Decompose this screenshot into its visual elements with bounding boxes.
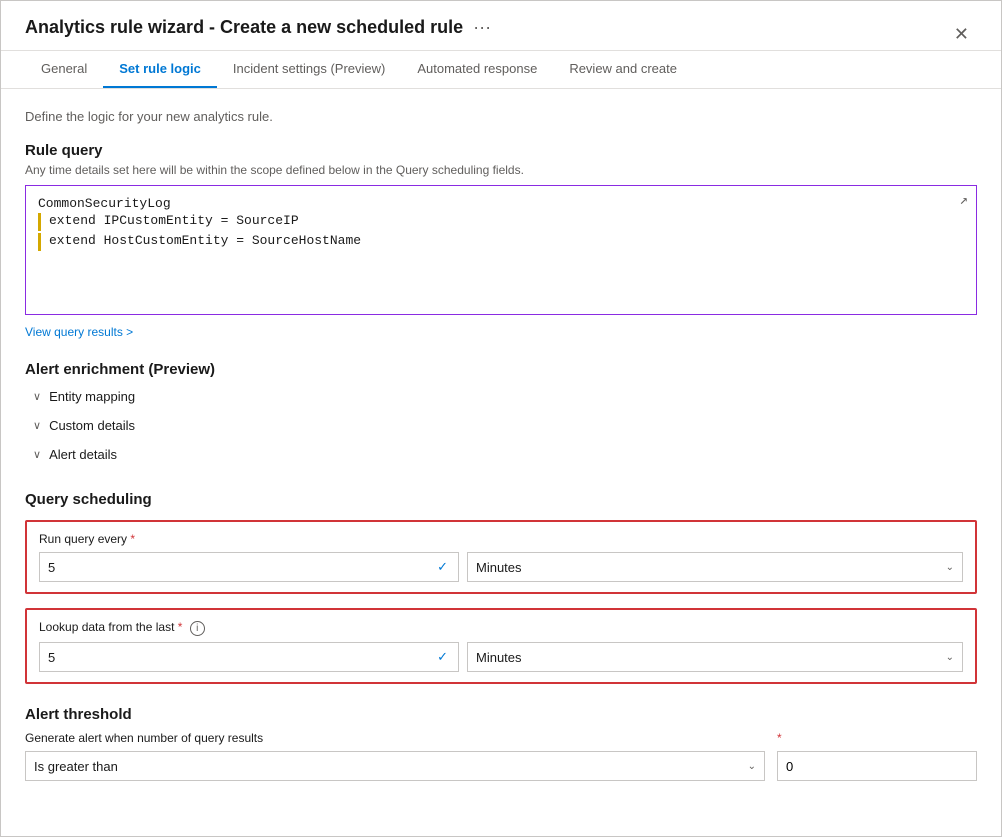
page-subtitle: Define the logic for your new analytics … — [25, 109, 977, 124]
custom-details-arrow: ∨ — [33, 419, 41, 432]
run-query-unit-select[interactable]: Minutes ⌄ — [467, 552, 963, 582]
query-scheduling-section: Query scheduling Run query every * 5 ✓ M… — [25, 491, 977, 684]
view-query-results-link[interactable]: View query results > — [25, 325, 133, 339]
dialog-header: Analytics rule wizard - Create a new sch… — [1, 1, 1001, 51]
run-query-value-select[interactable]: 5 ✓ — [39, 552, 459, 582]
run-query-value: 5 — [48, 560, 55, 575]
lookup-data-row: 5 ✓ Minutes ⌄ — [39, 642, 963, 672]
threshold-value-input[interactable] — [777, 751, 977, 781]
main-content: Define the logic for your new analytics … — [1, 89, 1001, 836]
run-query-label: Run query every * — [39, 532, 963, 546]
alert-threshold-section: Alert threshold Generate alert when numb… — [25, 706, 977, 781]
threshold-generate-label: Generate alert when number of query resu… — [25, 731, 765, 745]
threshold-row: Generate alert when number of query resu… — [25, 731, 977, 781]
threshold-condition-value: Is greater than — [34, 759, 118, 774]
lookup-data-unit-select[interactable]: Minutes ⌄ — [467, 642, 963, 672]
run-query-unit: Minutes — [476, 560, 522, 575]
threshold-condition-select[interactable]: Is greater than ⌄ — [25, 751, 765, 781]
query-bar-1 — [38, 213, 41, 231]
query-bar-2 — [38, 233, 41, 251]
lookup-data-chevron: ⌄ — [946, 652, 954, 663]
ellipsis-menu[interactable]: ··· — [473, 17, 491, 38]
dialog-title: Analytics rule wizard - Create a new sch… — [25, 17, 463, 38]
analytics-rule-dialog: Analytics rule wizard - Create a new sch… — [0, 0, 1002, 837]
alert-threshold-title: Alert threshold — [25, 706, 977, 723]
expand-icon[interactable]: ↗ — [960, 192, 968, 209]
lookup-data-unit: Minutes — [476, 650, 522, 665]
run-query-chevron: ⌄ — [946, 562, 954, 573]
lookup-data-label: Lookup data from the last * i — [39, 620, 963, 636]
tab-incident-settings[interactable]: Incident settings (Preview) — [217, 51, 401, 88]
run-query-group: Run query every * 5 ✓ Minutes ⌄ — [25, 520, 977, 594]
tab-set-rule-logic[interactable]: Set rule logic — [103, 51, 217, 88]
lookup-data-value: 5 — [48, 650, 55, 665]
query-scheduling-title: Query scheduling — [25, 491, 977, 508]
run-query-row: 5 ✓ Minutes ⌄ — [39, 552, 963, 582]
run-query-required: * — [130, 532, 135, 546]
tab-review-and-create[interactable]: Review and create — [553, 51, 693, 88]
close-button[interactable]: ✕ — [946, 21, 977, 47]
alert-enrichment-title: Alert enrichment (Preview) — [25, 361, 977, 378]
rule-query-desc: Any time details set here will be within… — [25, 163, 977, 177]
entity-mapping-item[interactable]: ∨ Entity mapping — [25, 382, 977, 411]
query-line-3: extend HostCustomEntity = SourceHostName — [38, 233, 964, 251]
alert-details-item[interactable]: ∨ Alert details — [25, 440, 977, 469]
query-editor[interactable]: ↗ CommonSecurityLog extend IPCustomEntit… — [25, 185, 977, 315]
tab-bar: General Set rule logic Incident settings… — [1, 51, 1001, 89]
threshold-value-wrap: * — [777, 731, 977, 781]
query-line-2: extend IPCustomEntity = SourceIP — [38, 213, 964, 231]
query-line-1: CommonSecurityLog — [38, 196, 964, 211]
custom-details-label: Custom details — [49, 418, 135, 433]
title-row: Analytics rule wizard - Create a new sch… — [25, 17, 491, 50]
lookup-data-check-icon: ✓ — [437, 649, 448, 665]
tab-automated-response[interactable]: Automated response — [401, 51, 553, 88]
custom-details-item[interactable]: ∨ Custom details — [25, 411, 977, 440]
lookup-data-group: Lookup data from the last * i 5 ✓ Minute… — [25, 608, 977, 684]
threshold-required-marker: * — [777, 731, 977, 745]
threshold-condition-chevron: ⌄ — [748, 761, 756, 772]
threshold-condition-wrap: Generate alert when number of query resu… — [25, 731, 765, 781]
entity-mapping-label: Entity mapping — [49, 389, 135, 404]
lookup-data-value-select[interactable]: 5 ✓ — [39, 642, 459, 672]
alert-details-arrow: ∨ — [33, 448, 41, 461]
lookup-data-info-icon[interactable]: i — [190, 621, 205, 636]
tab-general[interactable]: General — [25, 51, 103, 88]
entity-mapping-arrow: ∨ — [33, 390, 41, 403]
alert-details-label: Alert details — [49, 447, 117, 462]
lookup-data-required: * — [178, 620, 183, 634]
run-query-check-icon: ✓ — [437, 559, 448, 575]
rule-query-title: Rule query — [25, 142, 977, 159]
alert-enrichment-section: Alert enrichment (Preview) ∨ Entity mapp… — [25, 361, 977, 469]
